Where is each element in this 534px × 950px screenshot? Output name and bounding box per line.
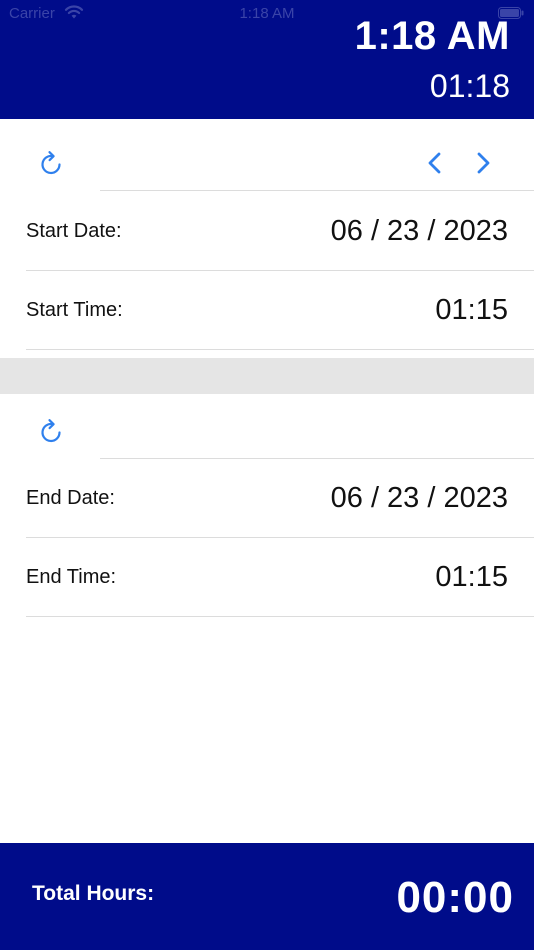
end-date-value[interactable]: 06 / 23 / 2023 — [331, 459, 508, 537]
end-section: End Date: 06 / 23 / 2023 End Time: 01:15 — [0, 394, 534, 624]
refresh-icon[interactable] — [35, 416, 67, 448]
time-calculator-screen: Carrier 1:18 AM 1:18 AM 01:18 Start Date… — [0, 0, 534, 950]
current-time-24h: 01:18 — [429, 68, 510, 104]
start-date-row[interactable]: Start Date: 06 / 23 / 2023 — [0, 192, 534, 271]
header: Carrier 1:18 AM 1:18 AM 01:18 — [0, 0, 534, 119]
start-time-value[interactable]: 01:15 — [435, 271, 508, 349]
row-divider — [26, 349, 534, 350]
current-time-12h: 1:18 AM — [354, 14, 510, 58]
start-toolbar — [0, 119, 534, 191]
refresh-icon[interactable] — [35, 148, 67, 180]
chevron-left-icon[interactable] — [419, 147, 451, 179]
end-time-row[interactable]: End Time: 01:15 — [0, 538, 534, 617]
start-section: Start Date: 06 / 23 / 2023 Start Time: 0… — [0, 119, 534, 358]
end-date-row[interactable]: End Date: 06 / 23 / 2023 — [0, 459, 534, 538]
start-date-label: Start Date: — [26, 220, 122, 242]
total-hours-bar: Total Hours: 00:00 — [0, 843, 534, 950]
end-time-value[interactable]: 01:15 — [435, 538, 508, 616]
end-date-label: End Date: — [26, 487, 115, 509]
toolbar-divider — [100, 190, 534, 191]
start-date-value[interactable]: 06 / 23 / 2023 — [331, 192, 508, 270]
end-toolbar — [0, 394, 534, 459]
start-time-row[interactable]: Start Time: 01:15 — [0, 271, 534, 350]
section-separator — [0, 358, 534, 394]
start-time-label: Start Time: — [26, 299, 123, 321]
total-hours-value: 00:00 — [396, 873, 514, 922]
end-time-label: End Time: — [26, 566, 117, 588]
total-hours-label: Total Hours: — [32, 882, 155, 905]
row-divider — [26, 616, 534, 617]
chevron-right-icon[interactable] — [467, 147, 499, 179]
